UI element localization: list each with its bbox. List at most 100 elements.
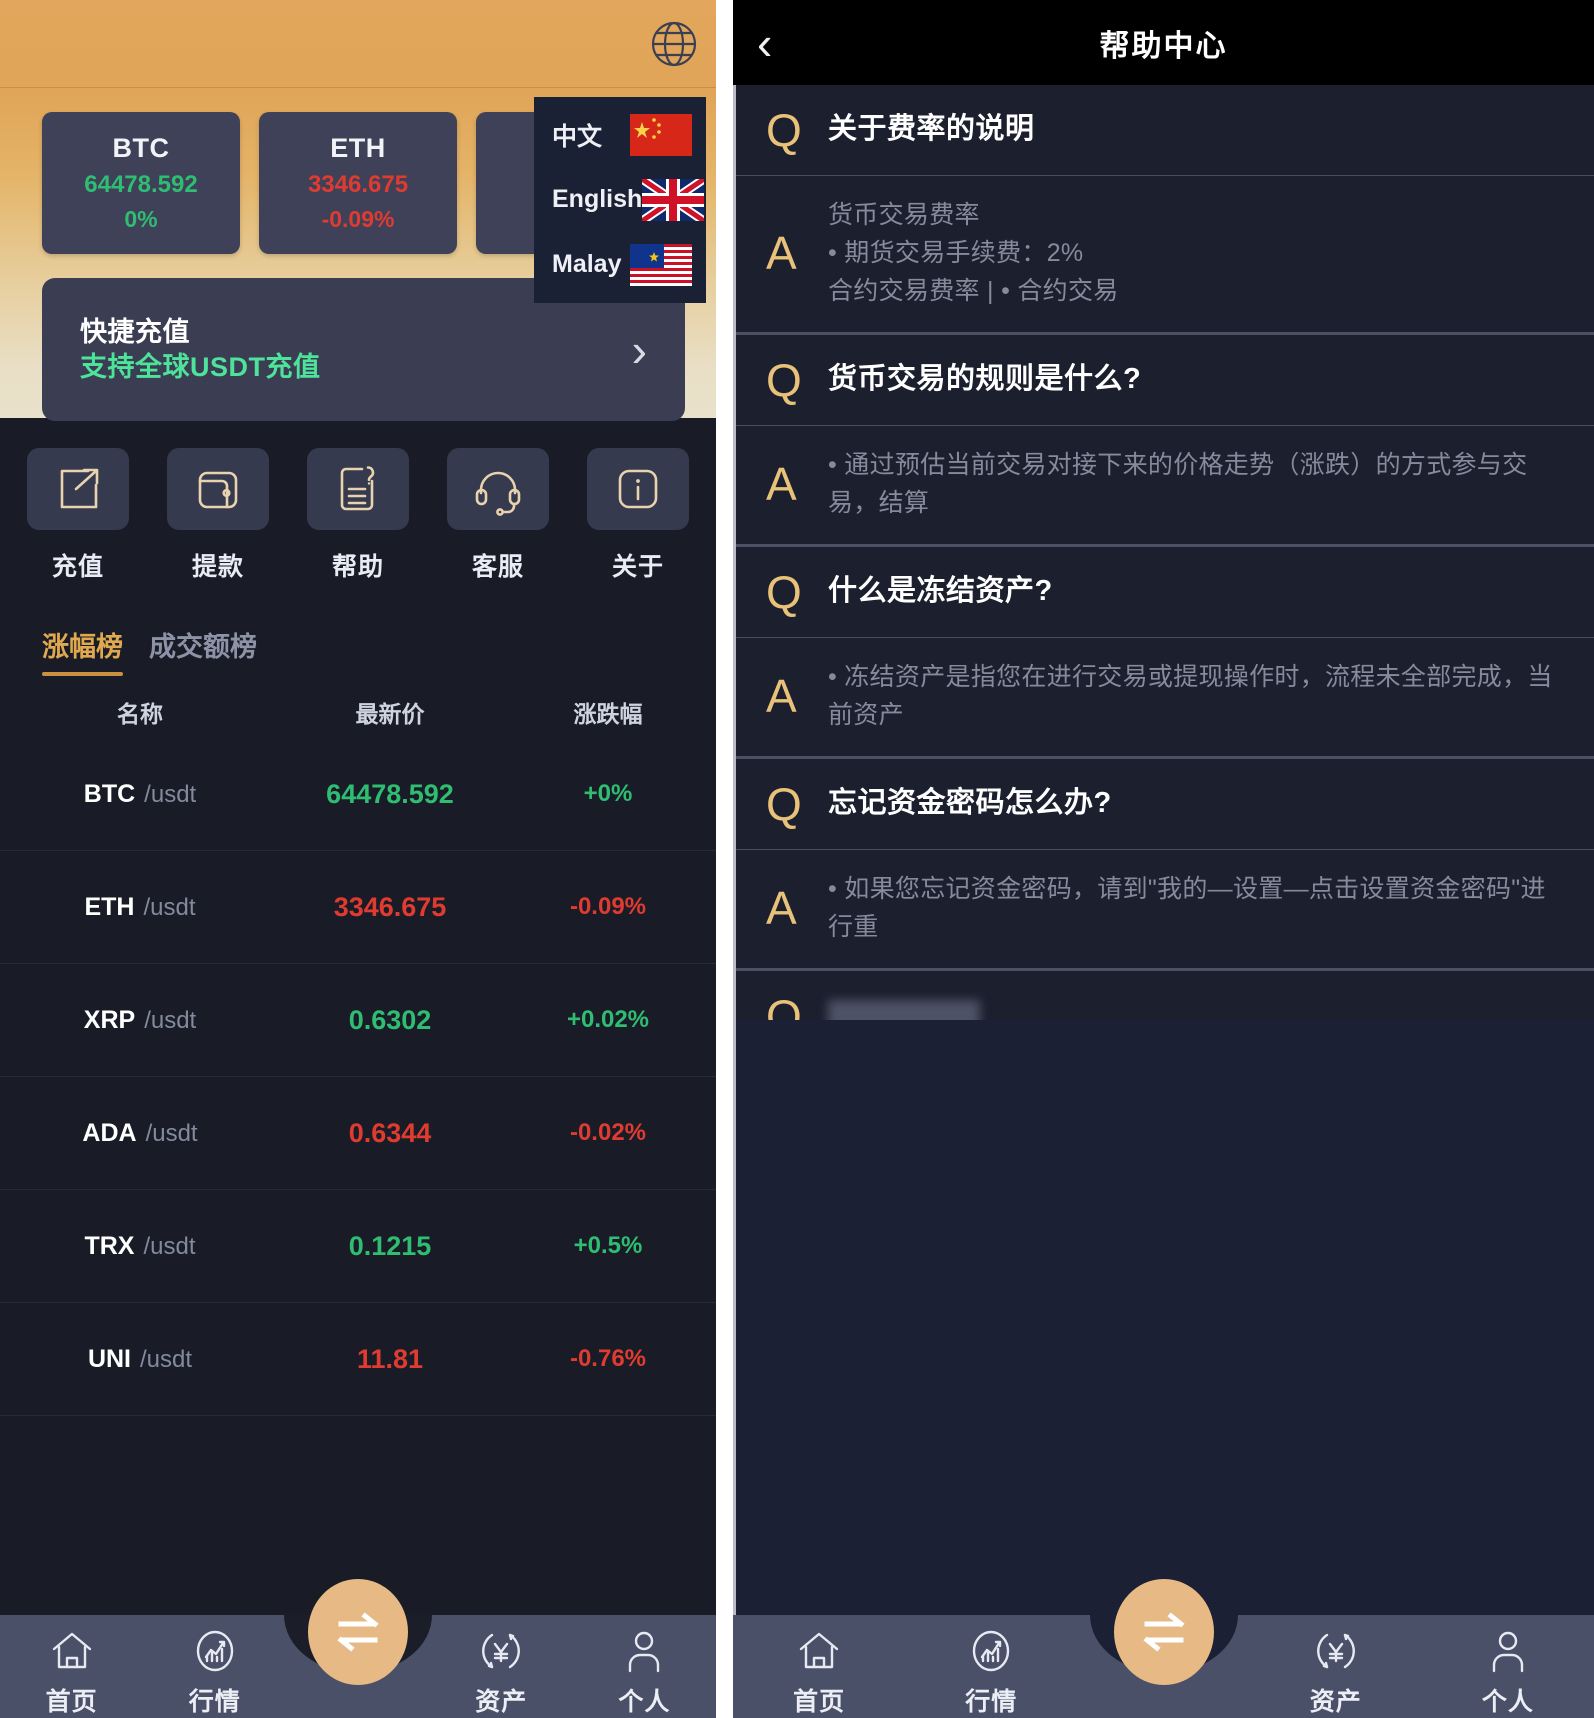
headset-icon bbox=[470, 461, 526, 517]
quick-action-label: 充值 bbox=[51, 553, 104, 581]
assets-yen-icon bbox=[477, 1627, 525, 1675]
faq-answer-row: A • 如果您忘记资金密码，请到"我的—设置—点击设置资金密码"进行重 bbox=[736, 849, 1594, 968]
faq-item[interactable]: Q 什么是冻结资产? A • 冻结资产是指您在进行交易或提现操作时，流程未全部完… bbox=[736, 547, 1594, 759]
table-row[interactable]: XRP/usdt 0.6302 +0.02% bbox=[0, 964, 716, 1077]
page-title: 帮助中心 bbox=[1099, 29, 1228, 63]
market-pair: XRP/usdt bbox=[0, 1006, 280, 1035]
deposit-icon-tile bbox=[27, 448, 129, 530]
faq-item[interactable]: Q 货币交易的规则是什么? A • 通过预估当前交易对接下来的价格走势（涨跌）的… bbox=[736, 335, 1594, 547]
quick-action-help[interactable]: 帮助 bbox=[306, 448, 410, 583]
table-row[interactable]: ETH/usdt 3346.675 -0.09% bbox=[0, 851, 716, 964]
market-change: +0.5% bbox=[573, 1232, 643, 1259]
nav-item-assets[interactable]: 资产 bbox=[1250, 1615, 1422, 1718]
market-symbol: TRX bbox=[84, 1231, 135, 1260]
table-row[interactable]: UNI/usdt 11.81 -0.76% bbox=[0, 1303, 716, 1416]
nav-label: 个人 bbox=[618, 1688, 671, 1716]
market-price: 11.81 bbox=[356, 1343, 424, 1374]
nav-label: 资产 bbox=[1309, 1688, 1362, 1716]
nav-item-markets[interactable]: 行情 bbox=[905, 1615, 1077, 1718]
panel-divider bbox=[716, 0, 733, 1718]
tab-volume[interactable]: 成交额榜 bbox=[149, 625, 257, 676]
profile-person-icon bbox=[620, 1627, 668, 1675]
faq-answer-row: A • 冻结资产是指您在进行交易或提现操作时，流程未全部完成，当前资产 bbox=[736, 637, 1594, 756]
nav-label: 行情 bbox=[965, 1688, 1018, 1716]
faq-question-row[interactable]: Q 忘记资金密码怎么办? bbox=[736, 759, 1594, 849]
market-chart-icon bbox=[191, 1627, 239, 1675]
nav-item-home[interactable]: 首页 bbox=[0, 1615, 143, 1718]
quick-deposit-title: 快捷充值 bbox=[80, 316, 190, 347]
ticker-card[interactable]: BTC 64478.592 0% bbox=[42, 112, 240, 254]
deposit-icon bbox=[50, 461, 106, 517]
quick-deposit-texts: 快捷充值 支持全球USDT充值 bbox=[80, 315, 632, 384]
language-dropdown[interactable]: 中文 English Malay bbox=[534, 97, 706, 303]
faq-question-text: 货币交易的规则是什么? bbox=[828, 363, 1142, 396]
faq-answer-text: • 如果您忘记资金密码，请到"我的—设置—点击设置资金密码"进行重 bbox=[828, 875, 1546, 941]
quick-actions-row: 充值 提款 帮助 客服 关于 bbox=[0, 448, 716, 583]
market-list[interactable]: BTC/usdt 64478.592 +0% ETH/usdt 3346.675… bbox=[0, 738, 716, 1718]
faq-question-row[interactable]: Q bbox=[736, 971, 1594, 1020]
market-quote: /usdt bbox=[145, 1119, 198, 1147]
faq-question-row[interactable]: Q 什么是冻结资产? bbox=[736, 547, 1594, 637]
quick-action-deposit[interactable]: 充值 bbox=[26, 448, 130, 583]
question-marker: Q bbox=[766, 566, 802, 618]
market-quote: /usdt bbox=[144, 780, 197, 808]
faq-answer-text: 货币交易费率 • 期货交易手续费：2% 合约交易费率 | • 合约交易 bbox=[828, 201, 1119, 305]
nav-item-markets[interactable]: 行情 bbox=[143, 1615, 286, 1718]
quick-action-about[interactable]: 关于 bbox=[586, 448, 690, 583]
exchange-swap-icon[interactable] bbox=[308, 1579, 408, 1685]
faq-item[interactable]: Q 忘记资金密码怎么办? A • 如果您忘记资金密码，请到"我的—设置—点击设置… bbox=[736, 759, 1594, 971]
headset-icon-tile bbox=[447, 448, 549, 530]
table-row[interactable]: ADA/usdt 0.6344 -0.02% bbox=[0, 1077, 716, 1190]
ticker-price: 3346.675 bbox=[307, 171, 409, 198]
faq-question-row[interactable]: Q 货币交易的规则是什么? bbox=[736, 335, 1594, 425]
market-price: 0.6302 bbox=[348, 1004, 432, 1035]
market-quote: /usdt bbox=[143, 1232, 196, 1260]
language-option-chinese[interactable]: 中文 bbox=[534, 105, 706, 165]
home-icon bbox=[48, 1627, 96, 1675]
nav-item-profile[interactable]: 个人 bbox=[573, 1615, 716, 1718]
help-center-header: ‹ 帮助中心 bbox=[733, 0, 1594, 85]
nav-item-home[interactable]: 首页 bbox=[733, 1615, 905, 1718]
ticker-card[interactable]: ETH 3346.675 -0.09% bbox=[259, 112, 457, 254]
chevron-left-icon[interactable]: ‹ bbox=[757, 20, 772, 66]
nav-item-profile[interactable]: 个人 bbox=[1422, 1615, 1594, 1718]
bottom-navigation[interactable]: 首页 行情 资产 个人 bbox=[733, 1579, 1594, 1718]
home-panel: BTC 64478.592 0% ETH 3346.675 -0.09% 快捷充… bbox=[0, 0, 716, 1718]
ticker-price: 64478.592 bbox=[84, 171, 198, 198]
language-option-malay[interactable]: Malay bbox=[534, 235, 706, 295]
faq-question-text: 关于费率的说明 bbox=[828, 113, 1035, 146]
faq-item[interactable]: Q 关于费率的说明 A 货币交易费率 • 期货交易手续费：2% 合约交易费率 |… bbox=[736, 85, 1594, 335]
exchange-swap-icon[interactable] bbox=[1113, 1579, 1214, 1685]
market-table-header: 名称 最新价 涨跌幅 bbox=[0, 690, 716, 734]
tab-gainers[interactable]: 涨幅榜 bbox=[42, 625, 123, 676]
faq-list[interactable]: Q 关于费率的说明 A 货币交易费率 • 期货交易手续费：2% 合约交易费率 |… bbox=[733, 85, 1594, 1020]
market-pair: ADA/usdt bbox=[0, 1119, 280, 1148]
market-symbol: UNI bbox=[87, 1344, 132, 1373]
nav-label: 行情 bbox=[188, 1688, 241, 1716]
market-symbol: ETH bbox=[84, 892, 135, 921]
cn-flag-icon bbox=[630, 114, 692, 157]
market-chart-icon bbox=[967, 1627, 1015, 1675]
nav-label: 个人 bbox=[1481, 1688, 1534, 1716]
faq-question-redacted bbox=[828, 1000, 980, 1020]
market-change: +0% bbox=[583, 780, 633, 807]
quick-action-support[interactable]: 客服 bbox=[446, 448, 550, 583]
ticker-symbol: ETH bbox=[330, 133, 386, 163]
market-quote: /usdt bbox=[143, 893, 196, 921]
globe-icon[interactable] bbox=[650, 20, 698, 68]
language-label: Malay bbox=[552, 250, 622, 279]
table-row[interactable]: TRX/usdt 0.1215 +0.5% bbox=[0, 1190, 716, 1303]
profile-person-icon bbox=[1484, 1627, 1532, 1675]
quick-action-label: 客服 bbox=[471, 553, 524, 581]
ticker-symbol: BTC bbox=[112, 133, 170, 163]
language-option-english[interactable]: English bbox=[534, 170, 706, 230]
question-marker: Q bbox=[766, 990, 802, 1020]
nav-item-assets[interactable]: 资产 bbox=[430, 1615, 573, 1718]
quick-action-withdraw[interactable]: 提款 bbox=[166, 448, 270, 583]
chevron-right-icon: › bbox=[631, 323, 647, 376]
table-row[interactable]: BTC/usdt 64478.592 +0% bbox=[0, 738, 716, 851]
faq-question-row[interactable]: Q 关于费率的说明 bbox=[736, 85, 1594, 175]
faq-item-redacted[interactable]: Q A bbox=[736, 971, 1594, 1020]
market-price: 3346.675 bbox=[333, 891, 447, 922]
bottom-navigation[interactable]: 首页 行情 资产 个人 bbox=[0, 1579, 716, 1718]
